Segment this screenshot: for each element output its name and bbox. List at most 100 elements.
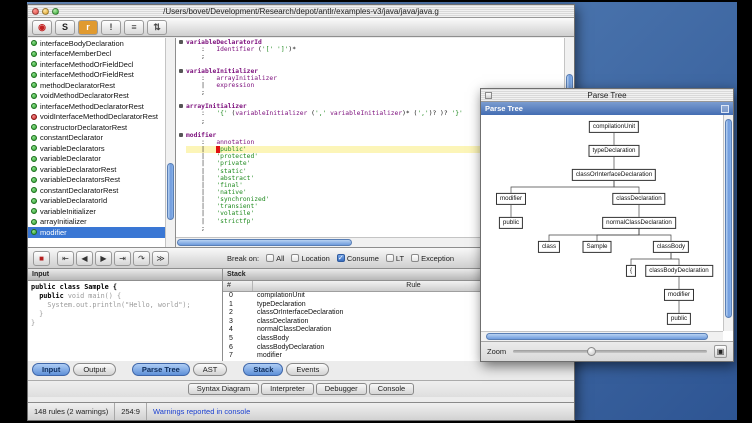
fast-forward-button[interactable]: ≫ (152, 251, 169, 266)
parse-tree-node[interactable]: classOrInterfaceDeclaration (572, 169, 656, 181)
break-checkbox-location[interactable]: Location (291, 254, 329, 263)
parse-tree-node[interactable]: classDeclaration (612, 193, 665, 205)
rule-name: modifier (40, 228, 67, 237)
mode-tab-debugger[interactable]: Debugger (316, 383, 367, 395)
syntax-diagram-icon[interactable]: S (55, 20, 75, 35)
view-tab-input[interactable]: Input (32, 363, 70, 376)
sort-rules-icon[interactable]: ⇅ (147, 20, 167, 35)
parse-tree-node[interactable]: typeDeclaration (589, 145, 640, 157)
break-checkbox-all[interactable]: All (266, 254, 284, 263)
parse-tree-horizontal-scrollbar[interactable] (481, 331, 723, 341)
view-tab-ast[interactable]: AST (193, 363, 228, 376)
gutter-cell (176, 139, 186, 146)
find-usage-icon[interactable]: ≡ (124, 20, 144, 35)
break-checkbox-lt[interactable]: LT (386, 254, 404, 263)
scrollbar-thumb[interactable] (167, 163, 174, 219)
code-token: | (186, 196, 216, 203)
stack-column-number[interactable]: # (223, 281, 253, 291)
step-over-button[interactable]: ↷ (133, 251, 150, 266)
parse-tree-node[interactable]: public (667, 313, 691, 325)
rule-ok-icon (31, 51, 37, 57)
parse-tree-node[interactable]: classBodyDeclaration (645, 265, 713, 277)
rule-list-item[interactable]: variableDeclaratorId (28, 196, 165, 207)
detach-icon[interactable] (721, 105, 729, 113)
view-tab-events[interactable]: Events (286, 363, 329, 376)
parse-tree-vertical-scrollbar[interactable] (723, 115, 733, 331)
input-token (31, 292, 39, 300)
mode-tab-interpreter[interactable]: Interpreter (261, 383, 314, 395)
rule-list-scrollbar[interactable] (165, 38, 175, 247)
mode-tab-syntax-diagram[interactable]: Syntax Diagram (188, 383, 259, 395)
rule-list-item[interactable]: interfaceMethodDeclaratorRest (28, 101, 165, 112)
rule-list-item[interactable]: variableDeclaratorRest (28, 164, 165, 175)
parse-tree-node[interactable]: public (499, 217, 523, 229)
code-token: : (186, 75, 216, 82)
rule-list-item[interactable]: arrayInitializer (28, 217, 165, 228)
mode-tab-console[interactable]: Console (369, 383, 415, 395)
parse-tree-canvas[interactable]: compilationUnit typeDeclaration classOrInt… (481, 115, 723, 331)
parse-tree-node[interactable]: Sample (583, 241, 612, 253)
edit-rule-icon[interactable]: r (78, 20, 98, 35)
parse-tree-node[interactable]: { (626, 265, 636, 277)
parse-tree-node[interactable]: class (538, 241, 560, 253)
code-line[interactable] (176, 60, 564, 67)
go-to-end-button[interactable]: ⇥ (114, 251, 131, 266)
parse-tree-node[interactable]: classBody (653, 241, 689, 253)
break-checkbox-exception[interactable]: Exception (411, 254, 454, 263)
scrollbar-thumb[interactable] (177, 239, 352, 246)
stop-button[interactable]: ■ (33, 251, 50, 266)
check-grammar-icon[interactable]: ◉ (32, 20, 52, 35)
rule-list-item[interactable]: interfaceBodyDeclaration (28, 38, 165, 49)
go-to-start-button[interactable]: ⇤ (57, 251, 74, 266)
view-tab-output[interactable]: Output (73, 363, 116, 376)
scrollbar-thumb[interactable] (486, 333, 709, 340)
main-title-bar[interactable]: /Users/bovet/Development/Research/depot/… (28, 5, 574, 18)
gutter-cell (176, 46, 186, 53)
rule-list-item[interactable]: constantDeclarator (28, 133, 165, 144)
code-line[interactable]: : Identifier ('[' ']')* (176, 46, 564, 53)
close-button[interactable] (32, 8, 39, 15)
input-text[interactable]: public class Sample { public void main()… (28, 281, 222, 361)
zoom-slider[interactable] (513, 350, 707, 353)
rule-list-item[interactable]: variableDeclarators (28, 143, 165, 154)
code-line[interactable]: : arrayInitializer (176, 75, 564, 82)
view-tab-parse-tree[interactable]: Parse Tree (132, 363, 190, 376)
scrollbar-thumb[interactable] (725, 119, 732, 318)
rule-list-item[interactable]: interfaceMethodOrFieldRest (28, 70, 165, 81)
code-token: | (186, 160, 216, 167)
parse-tree-title-bar[interactable]: Parse Tree (481, 89, 733, 102)
code-line[interactable]: ; (176, 53, 564, 60)
rule-list-item[interactable]: constantDeclaratorRest (28, 185, 165, 196)
rule-list-item[interactable]: variableDeclarator (28, 154, 165, 165)
ideas-icon[interactable]: ! (101, 20, 121, 35)
parse-tree-node[interactable]: compilationUnit (589, 121, 639, 133)
code-line[interactable]: variableDeclaratorId (176, 39, 564, 46)
view-tab-stack[interactable]: Stack (243, 363, 283, 376)
rule-list-item[interactable]: variableDeclaratorsRest (28, 175, 165, 186)
code-line[interactable]: variableInitializer (176, 68, 564, 75)
minimize-button[interactable] (42, 8, 49, 15)
input-panel-header: Input (28, 269, 222, 281)
parse-tree-node[interactable]: modifier (496, 193, 526, 205)
rule-list-item[interactable]: methodDeclaratorRest (28, 80, 165, 91)
rule-list-item[interactable]: constructorDeclaratorRest (28, 122, 165, 133)
rule-list-item[interactable]: interfaceMemberDecl (28, 49, 165, 60)
code-token: ( (254, 46, 262, 53)
parse-tree-node[interactable]: modifier (664, 289, 694, 301)
rule-list-item[interactable]: modifier (28, 227, 165, 238)
rule-list-item[interactable]: interfaceMethodOrFieldDecl (28, 59, 165, 70)
break-checkbox-consume[interactable]: ✓Consume (337, 254, 379, 263)
parse-tree-node[interactable]: normalClassDeclaration (602, 217, 676, 229)
rule-list-item[interactable]: variableInitializer (28, 206, 165, 217)
rule-list-item[interactable]: voidInterfaceMethodDeclaratorRest (28, 112, 165, 123)
code-text: variableDeclaratorId (186, 39, 564, 46)
code-token: | (186, 182, 216, 189)
close-button[interactable] (485, 92, 492, 99)
zoom-button[interactable] (52, 8, 59, 15)
rule-list-item[interactable]: voidMethodDeclaratorRest (28, 91, 165, 102)
step-backward-button[interactable]: ◀ (76, 251, 93, 266)
code-token: | (186, 82, 216, 89)
zoom-slider-thumb[interactable] (587, 347, 596, 356)
step-forward-button[interactable]: ▶ (95, 251, 112, 266)
export-image-button[interactable]: ▣ (714, 345, 727, 358)
